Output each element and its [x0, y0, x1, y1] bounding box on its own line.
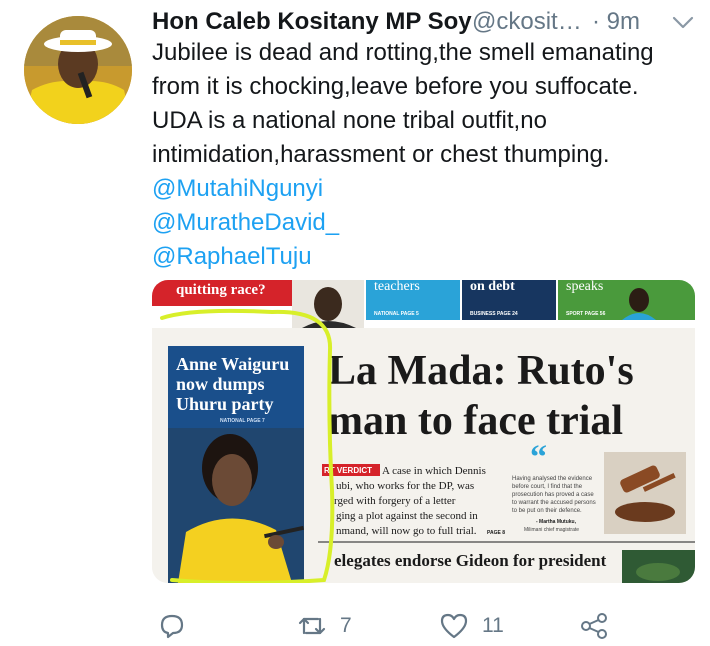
story-line: ubi, who works for the DP, was [336, 480, 474, 492]
bottom-photo [622, 550, 695, 583]
tweet-media-image[interactable]: quitting race? teachers NATIONAL PAGE 5 … [152, 280, 695, 583]
top-strip-box-2-ref: BUSINESS PAGE 24 [470, 311, 518, 317]
newspaper-front-page: quitting race? teachers NATIONAL PAGE 5 … [152, 280, 695, 583]
quote-attribution-role: Milimani chief magistrate [524, 527, 579, 533]
quote-mark-icon: “ [530, 439, 547, 476]
story-line: A case in which Dennis [382, 465, 486, 477]
story-line: ging a plot against the second in [336, 510, 478, 522]
heart-icon [440, 613, 468, 639]
top-strip-box-1-title: teachers [374, 280, 420, 294]
mention-link[interactable]: @MuratheDavid_ [152, 206, 697, 240]
retweet-button[interactable]: 7 [296, 606, 352, 646]
sidebar-headline-line: Anne Waiguru [176, 354, 289, 374]
avatar-image [24, 16, 132, 124]
mention-link[interactable]: @RaphaelTuju [152, 240, 697, 274]
author-handle[interactable]: @ckosit… [472, 6, 582, 38]
quote-line: to warrant the accused persons [512, 500, 596, 506]
retweet-icon [298, 617, 326, 635]
author-avatar[interactable] [24, 16, 132, 124]
chevron-down-icon[interactable] [670, 10, 696, 34]
tweet-text: Jubilee is dead and rotting,the smell em… [152, 36, 697, 274]
story-ref: PAGE 8 [487, 530, 505, 536]
quote-line: prosecution has proved a case [512, 492, 594, 498]
top-strip-box-3-title: speaks [566, 280, 603, 294]
sidebar-headline-line: now dumps [176, 374, 265, 394]
quote-line: to be put on their defence. [512, 508, 582, 514]
top-strip-box-2-title: on debt [470, 280, 515, 294]
story-line: nmand, will now go to full trial. [336, 525, 477, 537]
reply-icon [160, 614, 184, 639]
top-strip-left-text: quitting race? [176, 282, 266, 298]
bottom-headline: elegates endorse Gideon for president [334, 551, 607, 570]
quote-line: before court, I find that the [512, 484, 583, 490]
sidebar-portrait [168, 428, 304, 583]
story-line: rged with forgery of a letter [334, 495, 456, 507]
mention-link[interactable]: @MutahiNgunyi [152, 172, 697, 206]
retweet-count: 7 [340, 614, 352, 637]
tweet-text-line: intimidation,harassment or chest thumpin… [152, 141, 610, 168]
top-strip-box-1-ref: NATIONAL PAGE 5 [374, 311, 419, 317]
sidebar-headline-line: Uhuru party [176, 394, 274, 414]
main-headline-line: La Mada: Ruto's [328, 348, 634, 394]
top-strip-box-3-ref: SPORT PAGE 56 [566, 311, 606, 317]
reply-button[interactable] [156, 606, 188, 646]
quote-attribution: - Martha Mutuku, [536, 519, 577, 525]
tweet-header: Hon Caleb Kositany MP Soy @ckosit… · 9m [152, 6, 697, 38]
tweet-text-line: Jubilee is dead and rotting,the smell em… [152, 39, 654, 66]
gavel-photo [604, 452, 686, 534]
tweet-actions: 7 11 [152, 606, 697, 646]
tweet-text-line: UDA is a national none tribal outfit,no [152, 107, 547, 134]
author-name[interactable]: Hon Caleb Kositany MP Soy [152, 6, 472, 38]
tweet-timestamp[interactable]: · 9m [592, 6, 640, 38]
quote-line: Having analysed the evidence [512, 476, 593, 482]
share-icon [581, 613, 607, 639]
tweet-text-line: from it is chocking,leave before you suf… [152, 73, 639, 100]
top-strip-portrait [292, 280, 364, 328]
like-count: 11 [482, 614, 504, 637]
sidebar-ref: NATIONAL PAGE 7 [220, 418, 265, 424]
share-button[interactable] [578, 606, 610, 646]
main-headline-line: man to face trial [328, 398, 623, 444]
like-button[interactable]: 11 [438, 606, 504, 646]
